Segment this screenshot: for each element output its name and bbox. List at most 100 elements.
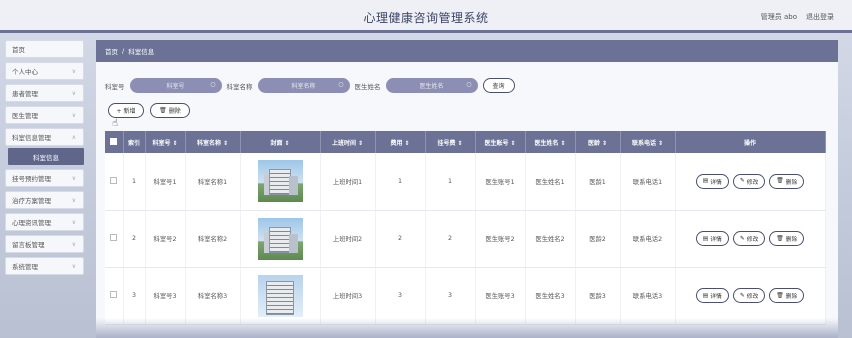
sidebar-item-news[interactable]: 心理资讯管理 ∨ bbox=[5, 213, 84, 231]
search-icon: ○ bbox=[210, 81, 216, 88]
sidebar-item-label: 留言板管理 bbox=[12, 241, 45, 249]
row-delete-button[interactable]: 🗑 删除 bbox=[769, 288, 805, 303]
add-button[interactable]: + 新增 bbox=[108, 103, 144, 118]
cell-reg-fee: 3 bbox=[425, 267, 476, 325]
delete-button-label: 删除 bbox=[168, 108, 181, 115]
top-right-links: 管理员 abo 退出登录 bbox=[761, 12, 834, 22]
row-checkbox[interactable] bbox=[105, 267, 124, 325]
detail-button[interactable]: ▤ 详情 bbox=[695, 288, 729, 303]
detail-label: 详情 bbox=[710, 237, 722, 243]
cell-doctor-account: 医生账号1 bbox=[475, 153, 526, 211]
sidebar-item-departments[interactable]: 科室信息管理 ∧ bbox=[5, 128, 84, 146]
cover-image[interactable] bbox=[257, 217, 303, 260]
select-all-checkbox[interactable] bbox=[105, 131, 124, 153]
cell-dept-no: 科室号2 bbox=[145, 210, 186, 268]
detail-button[interactable]: ▤ 详情 bbox=[695, 231, 729, 246]
pencil-icon: ✎ bbox=[739, 292, 745, 299]
col-dept-no[interactable]: 科室号 ⇕ bbox=[145, 131, 186, 153]
edit-label: 修改 bbox=[746, 294, 759, 300]
col-doctor-name[interactable]: 医生姓名 ⇕ bbox=[525, 131, 576, 153]
cell-doctor-name: 医生姓名1 bbox=[525, 153, 576, 211]
edit-button[interactable]: ✎ 修改 bbox=[732, 231, 766, 246]
sidebar-item-messages[interactable]: 留言板管理 ∨ bbox=[5, 235, 84, 253]
breadcrumb-separator: / bbox=[122, 47, 125, 55]
col-fee[interactable]: 费用 ⇕ bbox=[375, 131, 426, 153]
search-icon: ○ bbox=[338, 81, 344, 88]
sidebar-item-appointments[interactable]: 挂号预约管理 ∨ bbox=[5, 169, 84, 187]
col-doctor-account[interactable]: 医生账号 ⇕ bbox=[475, 131, 526, 153]
cell-doctor-age: 医龄2 bbox=[575, 210, 621, 268]
query-button[interactable]: 查询 bbox=[482, 78, 515, 93]
edit-label: 修改 bbox=[746, 179, 759, 186]
doc-icon: ▤ bbox=[702, 178, 709, 185]
cell-dept-name: 科室名称1 bbox=[185, 153, 241, 211]
sidebar-item-home[interactable]: 首页 bbox=[5, 40, 84, 58]
search-icon: ○ bbox=[466, 81, 472, 88]
cell-fee: 3 bbox=[375, 267, 426, 325]
table-row: 3 科室号3 科室名称3 上班时间3 3 3 医生账号3 医生姓名3 医龄3 联… bbox=[105, 267, 826, 325]
edit-button[interactable]: ✎ 修改 bbox=[732, 173, 766, 189]
sidebar-item-profile[interactable]: 个人中心 ∨ bbox=[5, 62, 84, 80]
sidebar-item-patients[interactable]: 患者管理 ∨ bbox=[5, 84, 84, 102]
sidebar-subitem-dept-info[interactable]: 科室信息 bbox=[8, 148, 84, 165]
cell-doctor-name: 医生姓名2 bbox=[525, 210, 576, 268]
cover-image[interactable] bbox=[257, 274, 303, 317]
doc-icon: ▤ bbox=[702, 235, 709, 242]
row-delete-button[interactable]: 🗑 删除 bbox=[769, 231, 805, 246]
cell-phone: 联系电话3 bbox=[620, 267, 676, 325]
delete-label: 删除 bbox=[785, 294, 798, 300]
sidebar-item-doctors[interactable]: 医生管理 ∨ bbox=[5, 106, 84, 124]
col-reg-fee[interactable]: 挂号费 ⇕ bbox=[425, 131, 476, 153]
logout-link[interactable]: 退出登录 bbox=[806, 12, 834, 22]
col-cover[interactable]: 封面 ⇕ bbox=[240, 131, 321, 153]
cell-dept-no: 科室号3 bbox=[145, 267, 186, 325]
doc-icon: ▤ bbox=[702, 292, 709, 299]
row-checkbox[interactable] bbox=[105, 210, 124, 268]
cover-image[interactable] bbox=[257, 160, 303, 203]
cell-fee: 2 bbox=[375, 210, 426, 268]
cell-dept-no: 科室号1 bbox=[145, 153, 186, 211]
chevron-down-icon: ∨ bbox=[71, 67, 76, 75]
sidebar-item-label: 挂号预约管理 bbox=[12, 175, 51, 183]
dept-name-input[interactable]: 科室名称 ○ bbox=[257, 78, 350, 93]
col-phone[interactable]: 联系电话 ⇕ bbox=[620, 131, 676, 153]
pencil-icon: ✎ bbox=[739, 235, 745, 242]
top-bar: 心理健康咨询管理系统 管理员 abo 退出登录 bbox=[0, 0, 852, 33]
col-work-time[interactable]: 上班时间 ⇕ bbox=[320, 131, 376, 153]
sidebar-item-label: 心理资讯管理 bbox=[12, 219, 51, 227]
sidebar-item-system[interactable]: 系统管理 ∨ bbox=[5, 257, 84, 275]
col-doctor-age[interactable]: 医龄 ⇕ bbox=[575, 131, 621, 153]
sidebar-item-label: 科室信息管理 bbox=[12, 134, 51, 142]
current-user: 管理员 abo bbox=[760, 13, 797, 21]
delete-label: 删除 bbox=[785, 237, 798, 243]
edit-button[interactable]: ✎ 修改 bbox=[732, 288, 766, 303]
trash-icon: 🗑 bbox=[159, 107, 167, 114]
breadcrumb-home[interactable]: 首页 bbox=[105, 46, 118, 56]
sidebar-item-label: 医生管理 bbox=[12, 112, 38, 120]
cell-index: 3 bbox=[123, 267, 146, 325]
cell-dept-name: 科室名称2 bbox=[185, 210, 241, 268]
sidebar-item-label: 个人中心 bbox=[12, 68, 38, 76]
sidebar-item-treatment[interactable]: 治疗方案管理 ∨ bbox=[5, 191, 84, 209]
dept-no-placeholder: 科室号 bbox=[166, 83, 185, 90]
cell-index: 1 bbox=[123, 153, 146, 211]
chevron-down-icon: ∨ bbox=[71, 262, 76, 270]
detail-button[interactable]: ▤ 详情 bbox=[695, 173, 729, 189]
row-checkbox[interactable] bbox=[105, 153, 124, 211]
cell-phone: 联系电话1 bbox=[620, 153, 676, 211]
chevron-down-icon: ∨ bbox=[71, 196, 76, 204]
chevron-down-icon: ∨ bbox=[71, 111, 76, 119]
trash-icon: 🗑 bbox=[776, 292, 784, 299]
delete-button[interactable]: 🗑 删除 bbox=[150, 103, 190, 118]
cell-work-time: 上班时间2 bbox=[320, 210, 376, 268]
col-index: 索引 bbox=[123, 131, 146, 153]
breadcrumb: 首页 / 科室信息 bbox=[96, 40, 838, 62]
doctor-name-input[interactable]: 医生姓名 ○ bbox=[385, 78, 478, 93]
detail-label: 详情 bbox=[710, 179, 722, 186]
cell-operations: ▤ 详情 ✎ 修改 🗑 删除 bbox=[675, 210, 826, 268]
mouse-cursor-icon: ☝ bbox=[112, 118, 119, 129]
row-delete-button[interactable]: 🗑 删除 bbox=[769, 173, 805, 189]
cell-work-time: 上班时间3 bbox=[320, 267, 376, 325]
col-dept-name[interactable]: 科室名称 ⇕ bbox=[185, 131, 241, 153]
dept-no-input[interactable]: 科室号 ○ bbox=[129, 78, 222, 93]
